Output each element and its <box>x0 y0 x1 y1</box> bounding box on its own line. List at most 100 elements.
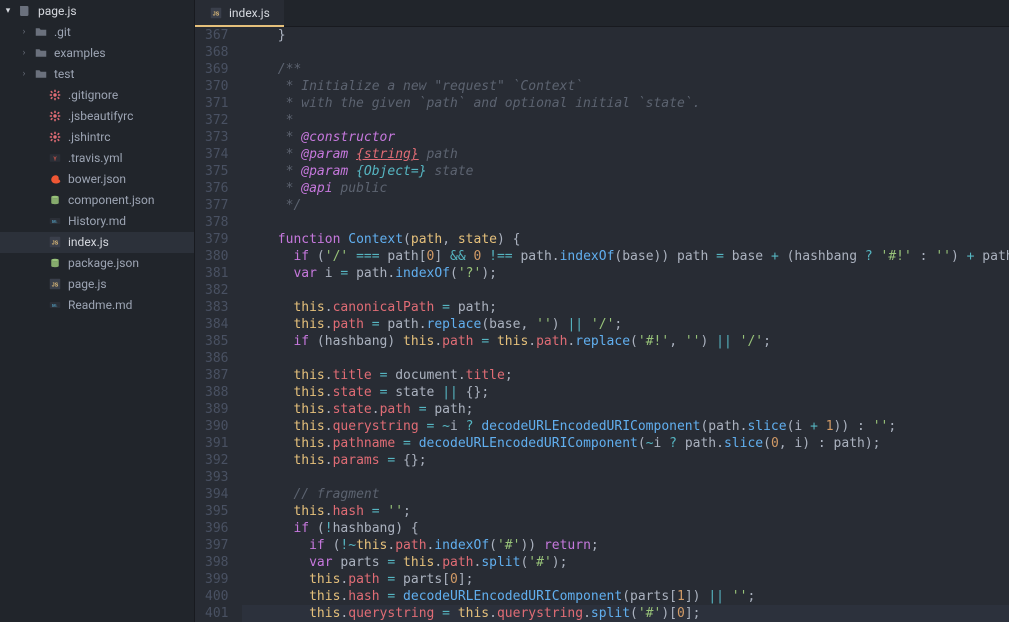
code-line[interactable]: this.path = parts[0]; <box>242 571 1009 588</box>
tree-file--jshintrc[interactable]: ›.jshintrc <box>0 127 194 148</box>
code-line[interactable]: * @param {string} path <box>242 146 1009 163</box>
js-icon: JS <box>48 235 62 250</box>
tree-item-label: .jsbeautifyrc <box>68 109 133 124</box>
line-number: 369 <box>205 61 228 78</box>
line-number: 370 <box>205 78 228 95</box>
code-line[interactable]: this.title = document.title; <box>242 367 1009 384</box>
tab-label: index.js <box>229 6 270 20</box>
tree-item-label: package.json <box>68 256 139 271</box>
tree-file-index-js[interactable]: ›JSindex.js <box>0 232 194 253</box>
svg-text:Y: Y <box>53 156 57 162</box>
line-number: 401 <box>205 605 228 622</box>
line-number: 372 <box>205 112 228 129</box>
chevron-right-icon: › <box>20 46 28 61</box>
code-line[interactable] <box>242 282 1009 299</box>
code-line[interactable]: this.querystring = ~i ? decodeURLEncoded… <box>242 418 1009 435</box>
code-line[interactable]: this.canonicalPath = path; <box>242 299 1009 316</box>
line-number: 383 <box>205 299 228 316</box>
code-line[interactable]: * @constructor <box>242 129 1009 146</box>
md-icon: M↓ <box>48 214 62 229</box>
chevron-right-icon: › <box>20 67 28 82</box>
line-number: 394 <box>205 486 228 503</box>
project-root[interactable]: ▾ page.js <box>0 0 194 22</box>
code-line[interactable]: var i = path.indexOf('?'); <box>242 265 1009 282</box>
code-line[interactable]: this.querystring = this.querystring.spli… <box>242 605 1009 622</box>
tree-item-label: .jshintrc <box>68 130 111 145</box>
project-name: page.js <box>38 4 77 18</box>
gear-icon <box>48 88 62 103</box>
code-line[interactable]: this.state.path = path; <box>242 401 1009 418</box>
code-content[interactable]: } /** * Initialize a new "request" `Cont… <box>242 27 1009 622</box>
tab-index-js[interactable]: JSindex.js <box>195 0 284 26</box>
code-line[interactable] <box>242 214 1009 231</box>
code-line[interactable] <box>242 44 1009 61</box>
line-number: 367 <box>205 27 228 44</box>
line-number: 373 <box>205 129 228 146</box>
code-line[interactable]: this.state = state || {}; <box>242 384 1009 401</box>
line-number: 398 <box>205 554 228 571</box>
tree-file--travis-yml[interactable]: ›Y.travis.yml <box>0 148 194 169</box>
code-line[interactable] <box>242 469 1009 486</box>
chevron-down-icon: ▾ <box>4 6 12 16</box>
tree-item-label: examples <box>54 46 106 61</box>
line-number: 390 <box>205 418 228 435</box>
line-number: 376 <box>205 180 228 197</box>
code-line[interactable]: if (!hashbang) { <box>242 520 1009 537</box>
tree-item-label: index.js <box>68 235 109 250</box>
code-line[interactable]: * @api public <box>242 180 1009 197</box>
gear-icon <box>48 109 62 124</box>
tab-bar: JSindex.js <box>195 0 1009 27</box>
code-line[interactable]: function Context(path, state) { <box>242 231 1009 248</box>
tree-item-label: component.json <box>68 193 154 208</box>
line-number-gutter: 3673683693703713723733743753763773783793… <box>195 27 242 622</box>
book-icon <box>18 4 32 18</box>
code-line[interactable]: var parts = this.path.split('#'); <box>242 554 1009 571</box>
code-line[interactable]: */ <box>242 197 1009 214</box>
code-line[interactable]: * @param {Object=} state <box>242 163 1009 180</box>
tree-item-label: .travis.yml <box>68 151 123 166</box>
code-line[interactable]: this.path = path.replace(base, '') || '/… <box>242 316 1009 333</box>
code-line[interactable]: this.pathname = decodeURLEncodedURICompo… <box>242 435 1009 452</box>
tree-file-readme-md[interactable]: ›M↓Readme.md <box>0 295 194 316</box>
js-icon: JS <box>48 277 62 292</box>
code-line[interactable]: this.hash = ''; <box>242 503 1009 520</box>
line-number: 391 <box>205 435 228 452</box>
tree-file-history-md[interactable]: ›M↓History.md <box>0 211 194 232</box>
code-line[interactable]: } <box>242 27 1009 44</box>
code-line[interactable]: if (!~this.path.indexOf('#')) return; <box>242 537 1009 554</box>
code-line[interactable]: * Initialize a new "request" `Context` <box>242 78 1009 95</box>
tree-folder-examples[interactable]: › examples <box>0 43 194 64</box>
yml-icon: Y <box>48 151 62 166</box>
file-tree-sidebar[interactable]: ▾ page.js ›.git›examples›test›.gitignore… <box>0 0 195 622</box>
line-number: 374 <box>205 146 228 163</box>
tree-file--gitignore[interactable]: ›.gitignore <box>0 85 194 106</box>
line-number: 375 <box>205 163 228 180</box>
code-line[interactable] <box>242 350 1009 367</box>
tree-file--jsbeautifyrc[interactable]: ›.jsbeautifyrc <box>0 106 194 127</box>
tree-item-label: test <box>54 67 74 82</box>
code-line[interactable]: * <box>242 112 1009 129</box>
line-number: 396 <box>205 520 228 537</box>
tree-folder--git[interactable]: ›.git <box>0 22 194 43</box>
code-line[interactable]: // fragment <box>242 486 1009 503</box>
tree-item-label: .gitignore <box>68 88 118 103</box>
md-icon: M↓ <box>48 298 62 313</box>
chevron-right-icon: › <box>20 25 28 40</box>
tree-file-package-json[interactable]: ›package.json <box>0 253 194 274</box>
line-number: 385 <box>205 333 228 350</box>
line-number: 399 <box>205 571 228 588</box>
tree-file-bower-json[interactable]: ›bower.json <box>0 169 194 190</box>
code-line[interactable]: this.hash = decodeURLEncodedURIComponent… <box>242 588 1009 605</box>
code-line[interactable]: * with the given `path` and optional ini… <box>242 95 1009 112</box>
tree-folder-test[interactable]: › test <box>0 64 194 85</box>
code-line[interactable]: if ('/' === path[0] && 0 !== path.indexO… <box>242 248 1009 265</box>
code-editor[interactable]: 3673683693703713723733743753763773783793… <box>195 27 1009 622</box>
json-icon <box>48 193 62 208</box>
line-number: 395 <box>205 503 228 520</box>
code-line[interactable]: /** <box>242 61 1009 78</box>
code-line[interactable]: this.params = {}; <box>242 452 1009 469</box>
code-line[interactable]: if (hashbang) this.path = this.path.repl… <box>242 333 1009 350</box>
tree-file-component-json[interactable]: ›component.json <box>0 190 194 211</box>
tree-file-page-js[interactable]: ›JSpage.js <box>0 274 194 295</box>
line-number: 368 <box>205 44 228 61</box>
